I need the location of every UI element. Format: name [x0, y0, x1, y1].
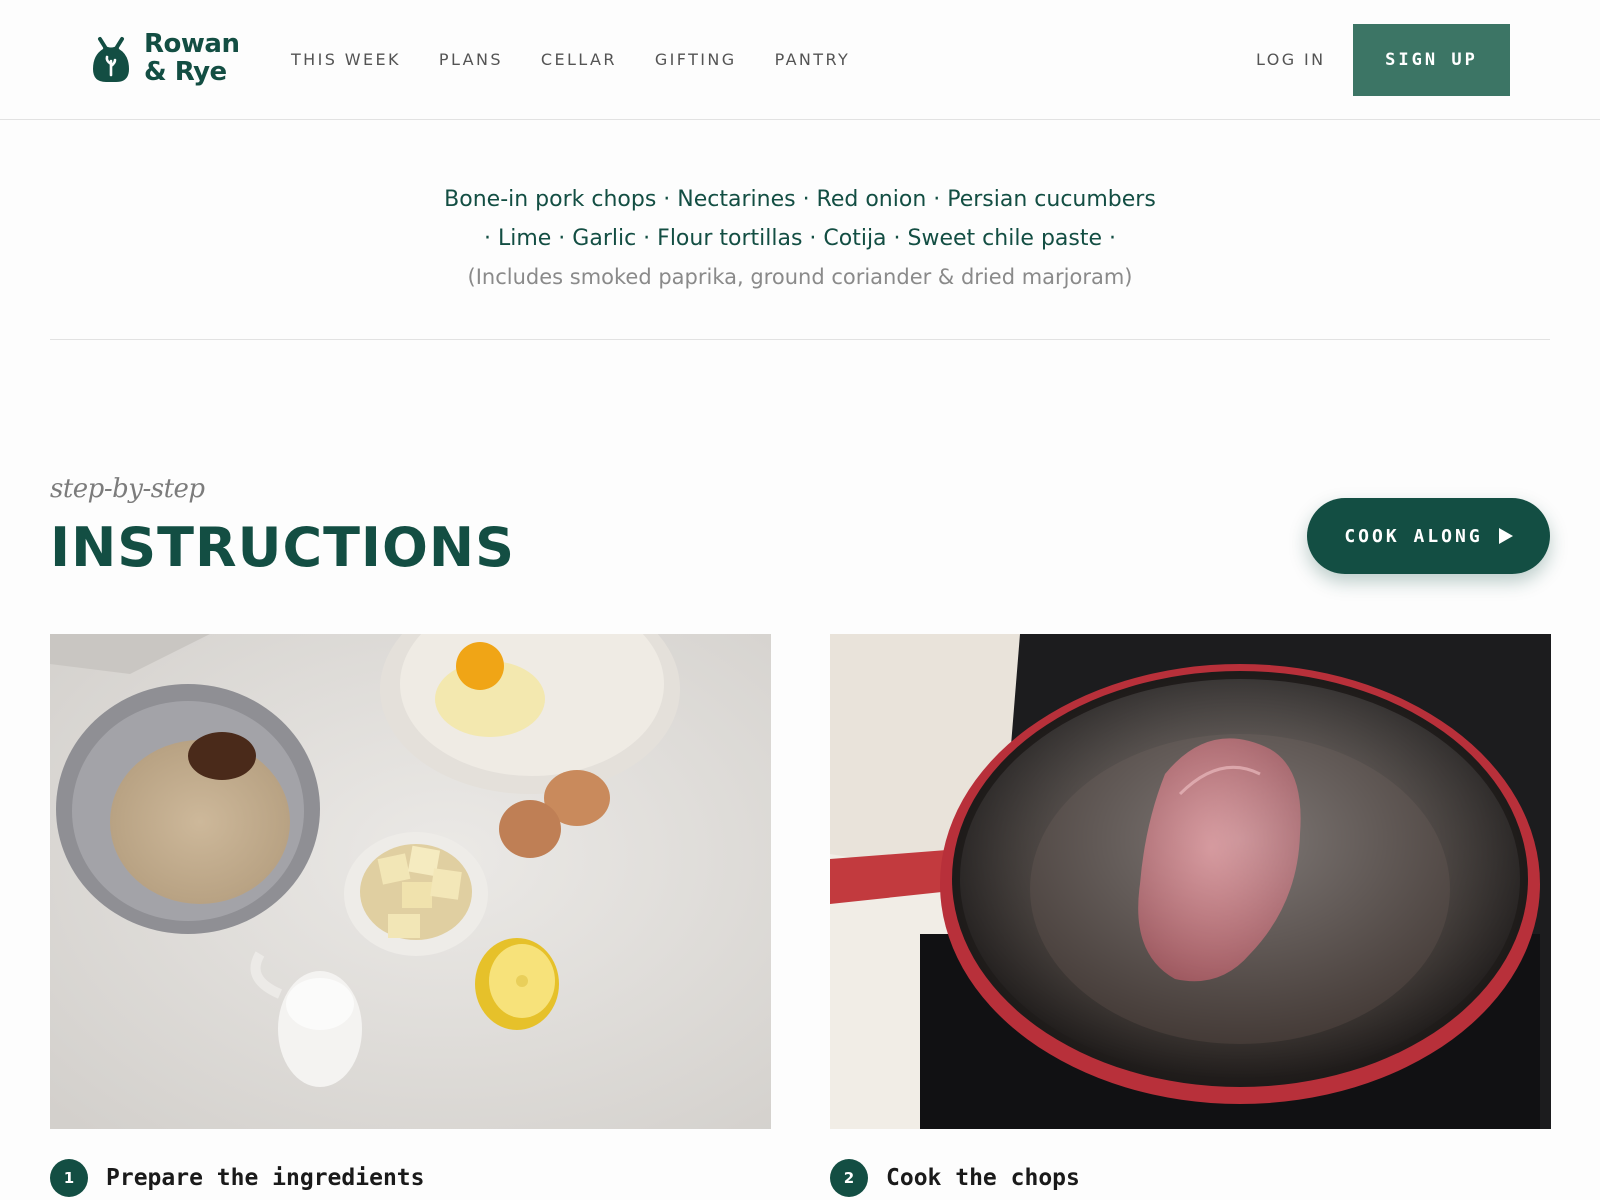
- section-title: INSTRUCTIONS: [50, 516, 515, 579]
- ingredients-line: · Lime · Garlic · Flour tortillas · Coti…: [483, 226, 1117, 251]
- brand-logo[interactable]: Rowan & Rye: [92, 29, 240, 87]
- cook-along-label: COOK ALONG: [1344, 525, 1483, 547]
- step-card: 2 Cook the chops: [830, 634, 1551, 1197]
- step-title[interactable]: Cook the chops: [886, 1165, 1080, 1191]
- brand-name: Rowan & Rye: [144, 29, 240, 87]
- nav-item-gifting[interactable]: GIFTING: [655, 50, 737, 69]
- signup-button[interactable]: SIGN UP: [1353, 24, 1510, 96]
- step-number-badge: 1: [50, 1159, 88, 1197]
- ingredients-line: Bone-in pork chops · Nectarines · Red on…: [444, 187, 1156, 212]
- ingredients-list: Bone-in pork chops · Nectarines · Red on…: [50, 180, 1550, 297]
- searing-meat-in-skillet-photo: [830, 634, 1551, 1129]
- sack-logo-icon: [93, 37, 129, 82]
- nav-item-plans[interactable]: PLANS: [439, 50, 503, 69]
- main-nav: THIS WEEK PLANS CELLAR GIFTING PANTRY: [291, 50, 888, 69]
- step-title[interactable]: Prepare the ingredients: [106, 1165, 425, 1191]
- nav-item-pantry[interactable]: PANTRY: [775, 50, 851, 69]
- section-kicker: step-by-step: [50, 474, 205, 504]
- section-divider: [50, 339, 1550, 340]
- step-card: 1 Prepare the ingredients: [50, 634, 771, 1197]
- ingredients-flatlay-photo: [50, 634, 771, 1129]
- nav-item-cellar[interactable]: CELLAR: [541, 50, 617, 69]
- play-icon: [1498, 528, 1513, 544]
- step-caption: 2 Cook the chops: [830, 1159, 1080, 1197]
- step-number-badge: 2: [830, 1159, 868, 1197]
- cook-along-button[interactable]: COOK ALONG: [1307, 498, 1550, 574]
- site-header: Rowan & Rye THIS WEEK PLANS CELLAR GIFTI…: [0, 0, 1600, 120]
- brand-name-line1: Rowan: [144, 29, 240, 59]
- nav-item-this-week[interactable]: THIS WEEK: [291, 50, 401, 69]
- brand-name-line2: & Rye: [144, 57, 227, 87]
- ingredients-note: (Includes smoked paprika, ground coriand…: [467, 265, 1133, 289]
- step-caption: 1 Prepare the ingredients: [50, 1159, 425, 1197]
- login-link[interactable]: LOG IN: [1256, 50, 1326, 69]
